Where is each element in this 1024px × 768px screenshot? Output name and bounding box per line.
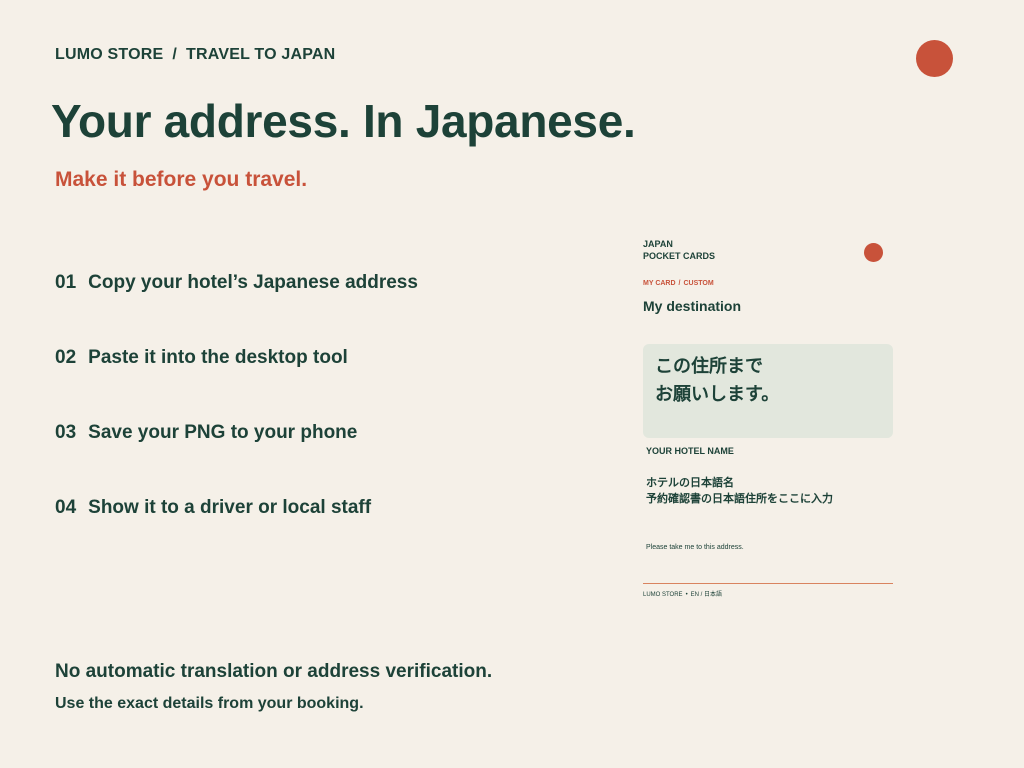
- jp-request-line1: この住所まで: [655, 356, 763, 376]
- card-dot-icon: [864, 243, 883, 262]
- tab-custom[interactable]: CUSTOM: [684, 280, 714, 287]
- card-footer-lang: EN / 日本語: [690, 592, 723, 598]
- card-footer-dot: •: [685, 592, 688, 598]
- card-brand-line2: POCKET CARDS: [643, 251, 716, 261]
- steps-list: 01 Copy your hotel’s Japanese address 02 P…: [55, 272, 418, 572]
- breadcrumb: LUMO STORE / TRAVEL TO JAPAN: [55, 46, 335, 64]
- hotel-name-label: YOUR HOTEL NAME: [646, 446, 734, 456]
- hotel-jp-line1: ホテルの日本語名: [646, 477, 734, 489]
- hotel-jp-line2: 予約確認書の日本語住所をここに入力: [646, 493, 833, 505]
- card-brand-line1: JAPAN: [643, 239, 673, 249]
- step-number: 01: [55, 272, 77, 293]
- jp-request-box: この住所まで お願いします。: [643, 344, 893, 438]
- page-title: Your address. In Japanese.: [51, 95, 636, 147]
- step-item: 04 Show it to a driver or local staff: [55, 497, 418, 572]
- breadcrumb-separator: /: [172, 46, 178, 63]
- step-number: 02: [55, 347, 77, 368]
- step-item: 01 Copy your hotel’s Japanese address: [55, 272, 418, 347]
- brand-dot-icon: [916, 40, 953, 77]
- pocket-card-preview: JAPAN POCKET CARDS MY CARD / CUSTOM My des…: [643, 236, 893, 602]
- step-text: Copy your hotel’s Japanese address: [88, 272, 418, 293]
- card-brand: JAPAN POCKET CARDS: [643, 238, 715, 262]
- breadcrumb-store: LUMO STORE: [55, 46, 164, 63]
- tab-my-card[interactable]: MY CARD: [643, 280, 676, 287]
- step-text: Show it to a driver or local staff: [88, 497, 372, 518]
- step-item: 03 Save your PNG to your phone: [55, 422, 418, 497]
- card-heading: My destination: [643, 298, 742, 314]
- card-tabs: MY CARD / CUSTOM: [643, 280, 714, 287]
- step-number: 04: [55, 497, 77, 518]
- step-item: 02 Paste it into the desktop tool: [55, 347, 418, 422]
- disclaimer-sub: Use the exact details from your booking.: [55, 695, 364, 712]
- step-text: Paste it into the desktop tool: [88, 347, 348, 368]
- breadcrumb-section: TRAVEL TO JAPAN: [186, 46, 336, 63]
- card-divider: [643, 583, 893, 584]
- tab-separator: /: [678, 280, 681, 287]
- disclaimer-main: No automatic translation or address veri…: [55, 661, 493, 682]
- card-footer-store: LUMO STORE: [643, 592, 683, 598]
- step-text: Save your PNG to your phone: [88, 422, 358, 443]
- page-subtitle: Make it before you travel.: [55, 168, 308, 191]
- step-number: 03: [55, 422, 77, 443]
- jp-request-line2: お願いします。: [655, 384, 780, 404]
- card-phrase-en: Please take me to this address.: [646, 544, 744, 551]
- card-footer: LUMO STORE • EN / 日本語: [643, 589, 722, 598]
